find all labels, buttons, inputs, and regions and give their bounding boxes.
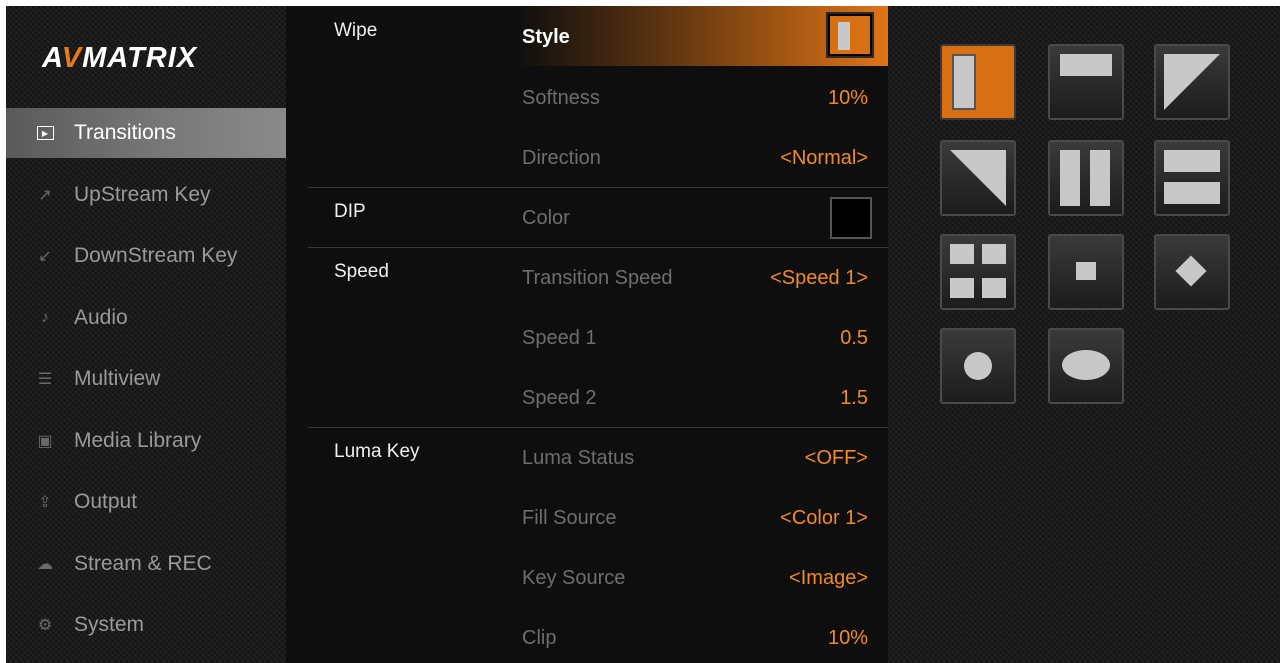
sidebar-item-label: DownStream Key <box>74 244 238 267</box>
gear-icon: ⚙ <box>37 617 53 634</box>
transition-speed-label: Transition Speed <box>522 267 673 289</box>
wipe-ellipse-tile[interactable] <box>1048 328 1124 404</box>
row-direction[interactable]: Direction <Normal> <box>286 127 888 187</box>
luma-status-value[interactable]: <OFF> <box>805 447 868 470</box>
row-luma-status[interactable]: Luma Key Luma Status <OFF> <box>286 427 888 487</box>
category-luma-key: Luma Key <box>334 441 420 462</box>
wipe-four-corners-tile[interactable] <box>940 234 1016 310</box>
category-speed: Speed <box>334 261 389 282</box>
sidebar-item-label: Multiview <box>74 367 161 390</box>
sidebar-item-media-library[interactable]: ▣ Media Library <box>6 416 286 466</box>
wipe-box-center-tile[interactable] <box>1048 234 1124 310</box>
speed2-value[interactable]: 1.5 <box>840 387 868 410</box>
play-box-icon: ▶ <box>34 123 56 143</box>
clip-value[interactable]: 10% <box>828 627 868 650</box>
row-speed2[interactable]: Speed 2 1.5 <box>286 367 888 427</box>
wipe-split-horizontal-tile[interactable] <box>1154 140 1230 216</box>
category-dip: DIP <box>334 201 366 222</box>
row-fill-source[interactable]: Fill Source <Color 1> <box>286 487 888 547</box>
sidebar: AVMATRIX ▶ Transitions ↗ UpStream Key ↙ … <box>6 6 308 663</box>
style-preview-icon[interactable] <box>826 12 874 58</box>
sidebar-item-system[interactable]: ⚙ System <box>6 600 286 650</box>
frame: AVMATRIX ▶ Transitions ↗ UpStream Key ↙ … <box>0 0 1280 663</box>
sidebar-item-audio[interactable]: ♪ Audio <box>6 293 286 343</box>
image-icon: ▣ <box>37 433 53 450</box>
softness-label: Softness <box>522 87 600 109</box>
dip-color-swatch[interactable] <box>830 197 872 239</box>
sidebar-item-multiview[interactable]: ☰ Multiview <box>6 354 286 404</box>
list-icon: ☰ <box>37 371 53 388</box>
inward-box-icon: ↙ <box>38 248 52 265</box>
sidebar-item-label: Audio <box>74 306 128 329</box>
sidebar-item-output[interactable]: ⇪ Output <box>6 477 286 527</box>
sidebar-item-label: Output <box>74 490 138 513</box>
wipe-diamond-tile[interactable] <box>1154 234 1230 310</box>
transition-speed-value[interactable]: <Speed 1> <box>770 267 868 290</box>
category-wipe: Wipe <box>334 20 378 41</box>
row-speed1[interactable]: Speed 1 0.5 <box>286 307 888 367</box>
row-key-source[interactable]: Key Source <Image> <box>286 547 888 607</box>
fill-source-label: Fill Source <box>522 507 617 529</box>
style-label: Style <box>522 26 570 48</box>
external-link-icon: ↗ <box>38 187 52 204</box>
sidebar-item-label: Stream & REC <box>74 552 212 575</box>
direction-value[interactable]: <Normal> <box>780 147 868 170</box>
speed1-value[interactable]: 0.5 <box>840 327 868 350</box>
row-softness[interactable]: Softness 10% <box>286 67 888 127</box>
clip-label: Clip <box>522 627 557 649</box>
row-transition-speed[interactable]: Speed Transition Speed <Speed 1> <box>286 247 888 307</box>
switcher-menu-screen: AVMATRIX ▶ Transitions ↗ UpStream Key ↙ … <box>6 6 1280 663</box>
cloud-icon: ☁ <box>37 556 53 573</box>
sidebar-item-downstream-key[interactable]: ↙ DownStream Key <box>6 231 286 281</box>
color-label: Color <box>522 207 570 229</box>
wipe-diagonal-top-right-tile[interactable] <box>1154 44 1230 120</box>
sidebar-item-label: Media Library <box>74 429 202 452</box>
fill-source-value[interactable]: <Color 1> <box>780 507 868 530</box>
direction-label: Direction <box>522 147 601 169</box>
sidebar-item-label: System <box>74 613 145 636</box>
key-source-value[interactable]: <Image> <box>789 567 868 590</box>
sidebar-item-label: Transitions <box>74 121 176 144</box>
key-source-label: Key Source <box>522 567 626 589</box>
wipe-split-vertical-tile[interactable] <box>1048 140 1124 216</box>
speed1-label: Speed 1 <box>522 327 597 349</box>
wipe-horizontal-bar-tile[interactable] <box>1048 44 1124 120</box>
sidebar-item-stream-rec[interactable]: ☁ Stream & REC <box>6 539 286 589</box>
wipe-vertical-bar-tile[interactable] <box>940 44 1016 120</box>
sidebar-item-upstream-key[interactable]: ↗ UpStream Key <box>6 170 286 220</box>
row-dip-color[interactable]: DIP Color <box>286 187 888 247</box>
row-clip[interactable]: Clip 10% <box>286 607 888 663</box>
settings-panel: Wipe Style Softness 10% Direction <Norma… <box>286 6 888 663</box>
wipe-circle-tile[interactable] <box>940 328 1016 404</box>
sidebar-item-transitions[interactable]: ▶ Transitions <box>6 108 308 158</box>
avmatrix-logo: AVMATRIX <box>42 42 198 74</box>
sidebar-item-label: UpStream Key <box>74 183 211 206</box>
speed2-label: Speed 2 <box>522 387 597 409</box>
wipe-diagonal-bottom-left-tile[interactable] <box>940 140 1016 216</box>
luma-status-label: Luma Status <box>522 447 635 469</box>
softness-value[interactable]: 10% <box>828 87 868 110</box>
row-wipe-style[interactable]: Wipe Style <box>286 6 888 66</box>
upload-icon: ⇪ <box>38 494 52 511</box>
speaker-icon: ♪ <box>41 309 49 326</box>
